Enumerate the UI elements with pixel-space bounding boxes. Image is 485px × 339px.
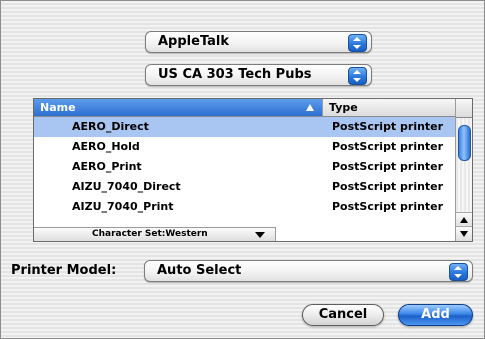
add-button[interactable]: Add xyxy=(398,304,473,326)
protocol-popup[interactable]: AppleTalk xyxy=(145,31,372,53)
printer-type: PostScript printer xyxy=(332,140,444,153)
vertical-scrollbar[interactable] xyxy=(455,99,472,241)
add-printer-dialog: AppleTalk US CA 303 Tech Pubs Name Type … xyxy=(0,0,485,339)
printer-model-label: Printer Model: xyxy=(11,263,117,278)
character-set-value: Character Set:Western xyxy=(92,229,208,239)
cancel-button[interactable]: Cancel xyxy=(302,304,384,326)
printer-row[interactable]: AERO_Hold PostScript printer xyxy=(34,137,455,157)
printer-browser: Name Type AERO_Direct PostScript printer… xyxy=(33,98,473,242)
printer-model-popup[interactable]: Auto Select xyxy=(144,260,473,282)
column-header-name[interactable]: Name xyxy=(34,99,323,117)
column-headers: Name Type xyxy=(34,99,455,117)
printer-name: AERO_Direct xyxy=(72,120,149,133)
printer-name: AERO_Print xyxy=(72,160,142,173)
printer-type: PostScript printer xyxy=(332,200,444,213)
printer-row[interactable]: AERO_Direct PostScript printer xyxy=(34,117,455,137)
column-header-type[interactable]: Type xyxy=(323,99,455,117)
sort-ascending-icon xyxy=(306,104,314,111)
printer-type: PostScript printer xyxy=(332,180,444,193)
popup-arrows-icon xyxy=(348,34,367,52)
printer-row[interactable]: AIZU_7040_Print PostScript printer xyxy=(34,197,455,217)
printer-type: PostScript printer xyxy=(332,160,444,173)
zone-popup-value: US CA 303 Tech Pubs xyxy=(158,67,312,82)
column-header-type-label: Type xyxy=(329,101,358,114)
printer-name: AERO_Hold xyxy=(72,140,140,153)
column-header-name-label: Name xyxy=(40,101,76,114)
printer-type: PostScript printer xyxy=(332,120,444,133)
scroll-down-arrow-icon[interactable] xyxy=(456,226,472,241)
chevron-down-icon xyxy=(255,232,265,238)
printer-list: AERO_Direct PostScript printer AERO_Hold… xyxy=(34,117,455,217)
zone-popup[interactable]: US CA 303 Tech Pubs xyxy=(145,64,372,86)
scroll-thumb[interactable] xyxy=(458,125,471,161)
scroll-up-arrow-icon[interactable] xyxy=(456,212,472,227)
printer-model-value: Auto Select xyxy=(157,263,242,278)
printer-name: AIZU_7040_Print xyxy=(72,200,174,213)
printer-row[interactable]: AIZU_7040_Direct PostScript printer xyxy=(34,177,455,197)
printer-row[interactable]: AERO_Print PostScript printer xyxy=(34,157,455,177)
protocol-popup-value: AppleTalk xyxy=(158,34,230,49)
printer-name: AIZU_7040_Direct xyxy=(72,180,181,193)
popup-arrows-icon xyxy=(348,67,367,85)
header-corner xyxy=(456,99,472,118)
popup-arrows-icon xyxy=(449,263,468,281)
character-set-popup[interactable]: Character Set:Western xyxy=(34,227,276,241)
